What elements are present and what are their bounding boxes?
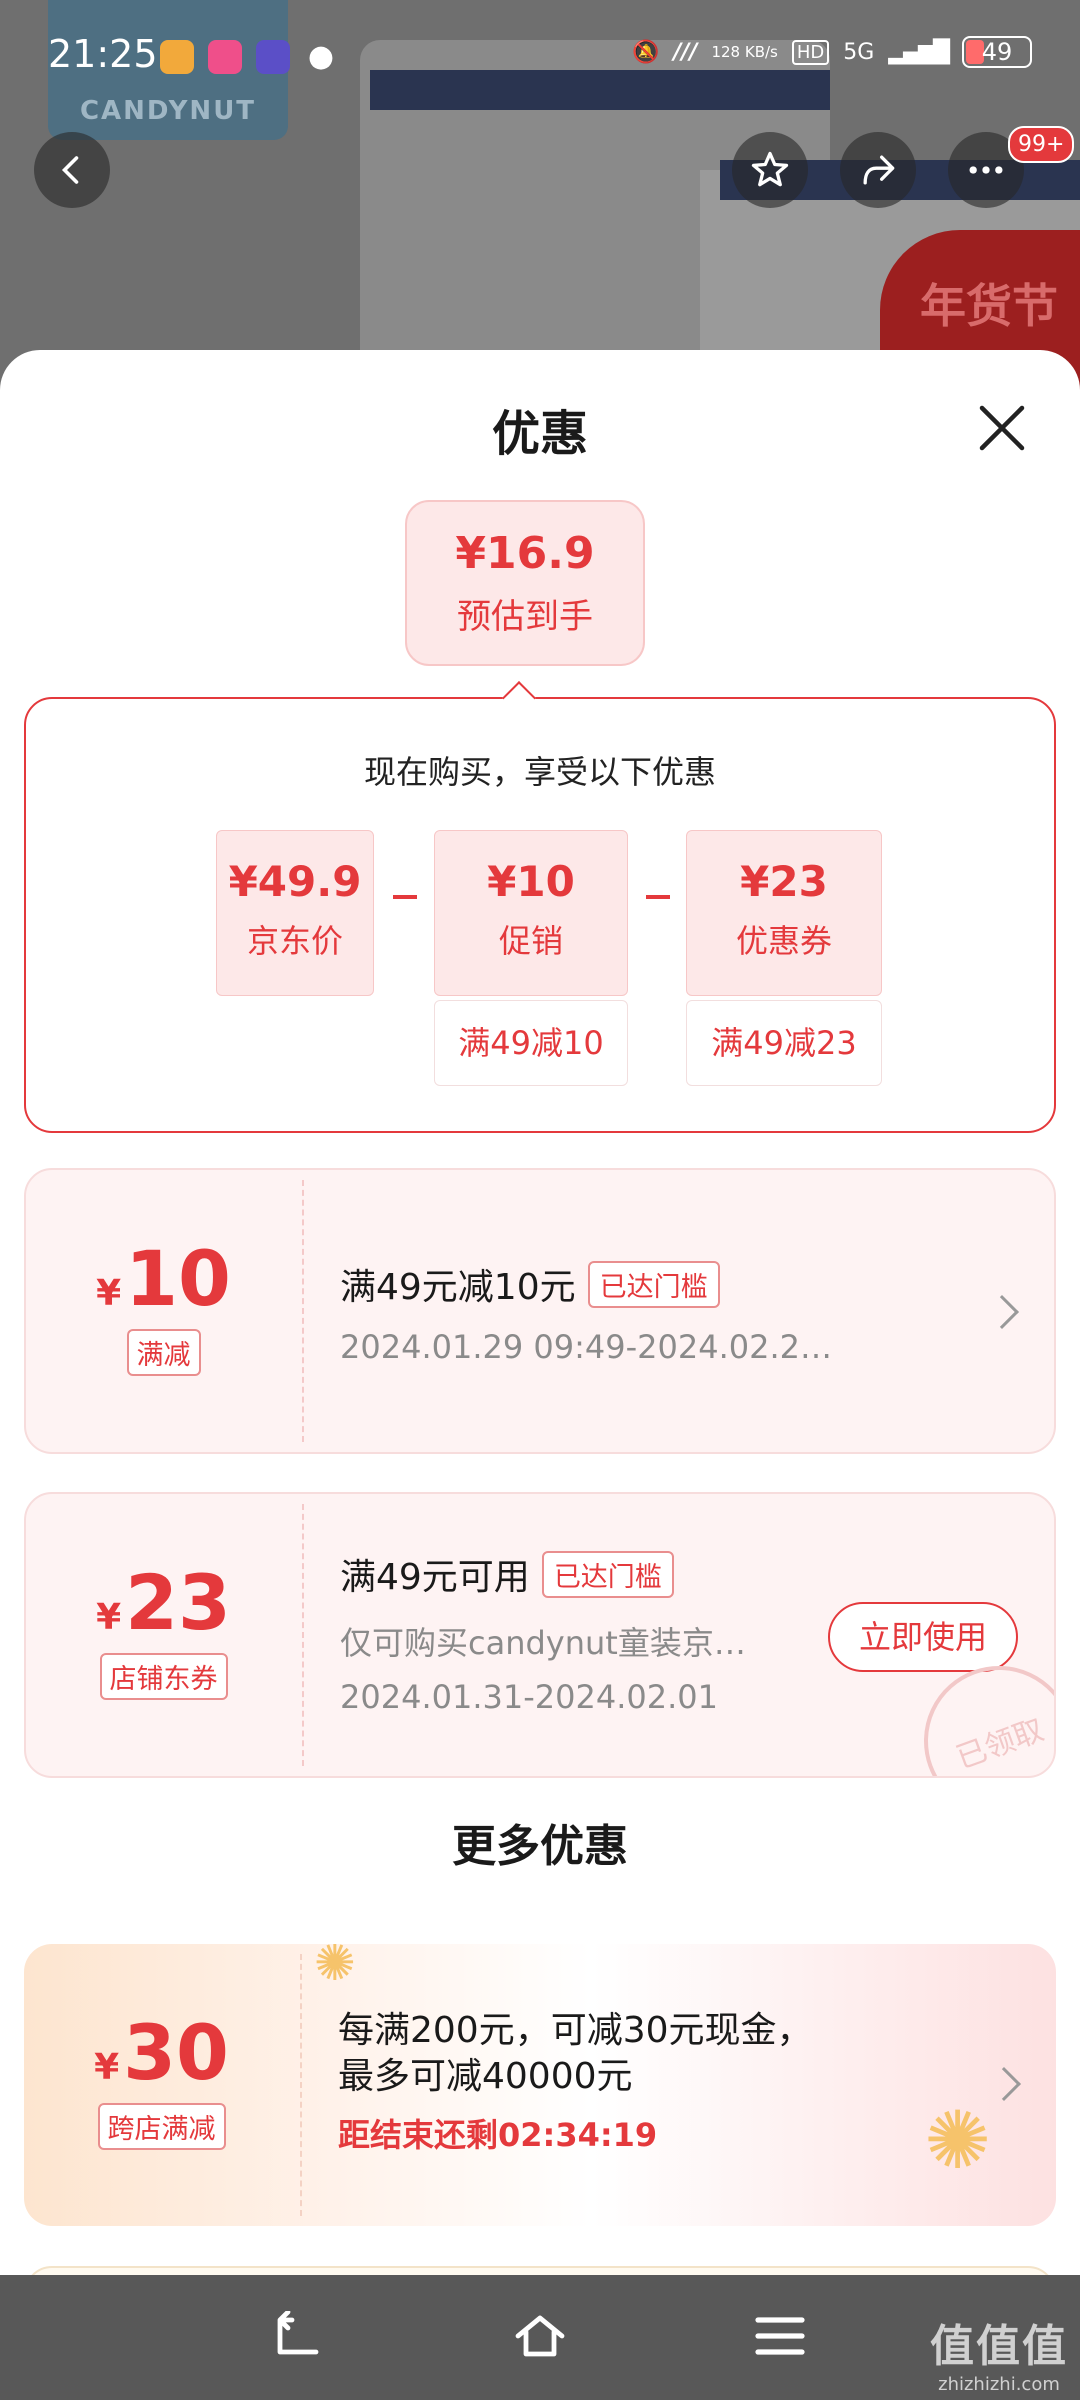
share-icon — [863, 155, 895, 185]
home-icon[interactable] — [512, 2311, 568, 2361]
breakdown-label: 优惠券 — [735, 922, 832, 960]
breakdown-value: ¥49.9 — [228, 857, 362, 906]
more-icon — [969, 166, 1003, 174]
system-navigation-bar — [0, 2275, 1080, 2400]
coupon-amount-value: 30 — [123, 2008, 229, 2097]
coupon-amount: ¥10 — [26, 1234, 301, 1323]
threshold-reached-badge: 已达门槛 — [587, 1260, 720, 1308]
coupon-amount-value: 23 — [125, 1558, 231, 1647]
discount-sheet: 优惠 ¥16.9 预估到手 现在购买，享受以下优惠 ¥49.9 京东价 ¥10 … — [0, 350, 1080, 2275]
coupon-details: 满49元可用 已达门槛 仅可购买candynut童装京… 2024.01.31-… — [340, 1548, 804, 1716]
coupon-amount: ¥30 — [24, 2008, 299, 2097]
coupon-currency: ¥ — [96, 1597, 122, 1638]
coupon-divider — [302, 1504, 304, 1766]
minus-sign — [393, 895, 417, 899]
star-icon — [751, 151, 789, 187]
minus-sign — [646, 895, 670, 899]
coupon-left: ¥10 满减 — [26, 1170, 301, 1452]
coupon-details: 满49元减10元 已达门槛 2024.01.29 09:49-2024.02.2… — [340, 1258, 954, 1366]
festival-tag-text: 年货节 — [920, 279, 1058, 333]
promo-details: 每满200元，可减30元现金，最多可减40000元 距结束还剩02:34:19 — [338, 2008, 956, 2156]
breakdown-jd-price: ¥49.9 京东价 — [216, 830, 374, 996]
watermark: 值值值 zhizhizhi.com — [930, 2310, 1068, 2395]
estimated-price-box: ¥16.9 预估到手 — [405, 500, 645, 666]
coupon-card-store: ¥23 店铺东券 满49元可用 已达门槛 仅可购买candynut童装京… 20… — [24, 1492, 1056, 1778]
status-app-icons: ● — [160, 40, 338, 74]
more-badge: 99+ — [1008, 126, 1075, 163]
use-now-button[interactable]: 立即使用 — [828, 1602, 1018, 1672]
cross-store-promo-card[interactable]: ✺ ✺ ¥30 跨店满减 每满200元，可减30元现金，最多可减40000元 距… — [24, 1944, 1056, 2226]
firework-decoration: ✺ — [314, 1944, 356, 1992]
coupon-divider — [302, 1180, 304, 1442]
status-time: 21:25 — [48, 32, 158, 76]
coupon-left: ¥23 店铺东券 — [26, 1494, 301, 1776]
breakdown-condition: 满49减10 — [434, 1000, 628, 1086]
status-indicators: 🔕 /// 128 KB/s HD 5G ▂▄▆█ 49 — [632, 36, 1032, 68]
breakdown-condition: 满49减23 — [686, 1000, 882, 1086]
more-offers-title: 更多优惠 — [452, 1821, 628, 1872]
estimated-price-label: 预估到手 — [457, 597, 593, 637]
breakdown-cell: ¥23 优惠券 — [686, 830, 882, 996]
signal-bars-icon: ▂▄▆█ — [888, 39, 950, 65]
back-icon — [61, 156, 79, 184]
chevron-right-icon — [987, 2067, 1021, 2101]
sheet-title: 优惠 — [491, 406, 588, 462]
coupon-left: ¥30 跨店满减 — [24, 1944, 299, 2226]
next-card-peek — [24, 2266, 1056, 2275]
breakdown-promotion: ¥10 促销 满49减10 — [434, 830, 628, 1086]
coupon-currency: ¥ — [94, 2047, 120, 2088]
hd-icon: HD — [791, 39, 830, 65]
coupon-amount-value: 10 — [125, 1234, 231, 1323]
watermark-url: zhizhizhi.com — [938, 2374, 1060, 2395]
close-icon — [979, 405, 1025, 451]
price-breakdown-title: 现在购买，享受以下优惠 — [363, 753, 716, 791]
threshold-reached-badge: 已达门槛 — [541, 1550, 674, 1598]
coupon-type-tag: 店铺东券 — [99, 1653, 228, 1700]
watermark-text: 值值值 — [930, 2321, 1068, 2372]
battery-level: 49 — [981, 38, 1013, 66]
coupon-title-row: 满49元减10元 已达门槛 — [340, 1258, 954, 1310]
signal-5g: 5G — [843, 39, 875, 65]
coupon-title: 满49元可用 — [340, 1557, 530, 1598]
coupon-title-row: 满49元可用 已达门槛 — [340, 1548, 804, 1600]
breakdown-label: 京东价 — [246, 922, 343, 960]
coupon-currency: ¥ — [96, 1273, 122, 1314]
share-button[interactable] — [840, 132, 916, 208]
coupon-validity: 2024.01.31-2024.02.01 — [340, 1678, 718, 1716]
notification-app-icon — [160, 40, 194, 74]
close-button[interactable] — [972, 398, 1032, 458]
breakdown-label: 促销 — [498, 922, 563, 960]
net-speed: 128 KB/s — [711, 43, 778, 61]
breakdown-cell: ¥49.9 京东价 — [216, 830, 374, 996]
back-nav-icon[interactable] — [272, 2311, 328, 2361]
mute-icon: 🔕 — [631, 39, 660, 65]
breakdown-value: ¥10 — [487, 857, 575, 906]
wechat-icon: ● — [307, 39, 335, 74]
favorite-button[interactable] — [732, 132, 808, 208]
network-brand-icon: /// — [673, 39, 698, 65]
promo-countdown: 距结束还剩02:34:19 — [338, 2116, 658, 2154]
coupon-validity: 2024.01.29 09:49-2024.02.2… — [340, 1328, 833, 1366]
notification-app-icon — [256, 40, 290, 74]
coupon-title: 满49元减10元 — [340, 1267, 576, 1308]
promo-title: 每满200元，可减30元现金，最多可减40000元 — [338, 2010, 813, 2097]
coupon-amount: ¥23 — [26, 1558, 301, 1647]
coupon-card-manjian[interactable]: ¥10 满减 满49元减10元 已达门槛 2024.01.29 09:49-20… — [24, 1168, 1056, 1454]
coupon-type-tag: 满减 — [126, 1329, 201, 1376]
breakdown-value: ¥23 — [740, 857, 828, 906]
notification-app-icon — [208, 40, 242, 74]
chevron-right-icon — [985, 1295, 1019, 1329]
breakdown-coupon: ¥23 优惠券 满49减23 — [686, 830, 882, 1086]
coupon-type-tag: 跨店满减 — [97, 2103, 226, 2150]
coupon-scope: 仅可购买candynut童装京… — [340, 1624, 746, 1662]
breakdown-cell: ¥10 促销 — [434, 830, 628, 996]
coupon-divider — [300, 1954, 302, 2216]
estimated-price: ¥16.9 — [455, 528, 595, 579]
status-bar: 21:25 ● 🔕 /// 128 KB/s HD 5G ▂▄▆█ 49 — [0, 0, 1080, 110]
battery-icon: 49 — [962, 36, 1032, 68]
back-button[interactable] — [34, 132, 110, 208]
menu-icon[interactable] — [752, 2311, 808, 2361]
